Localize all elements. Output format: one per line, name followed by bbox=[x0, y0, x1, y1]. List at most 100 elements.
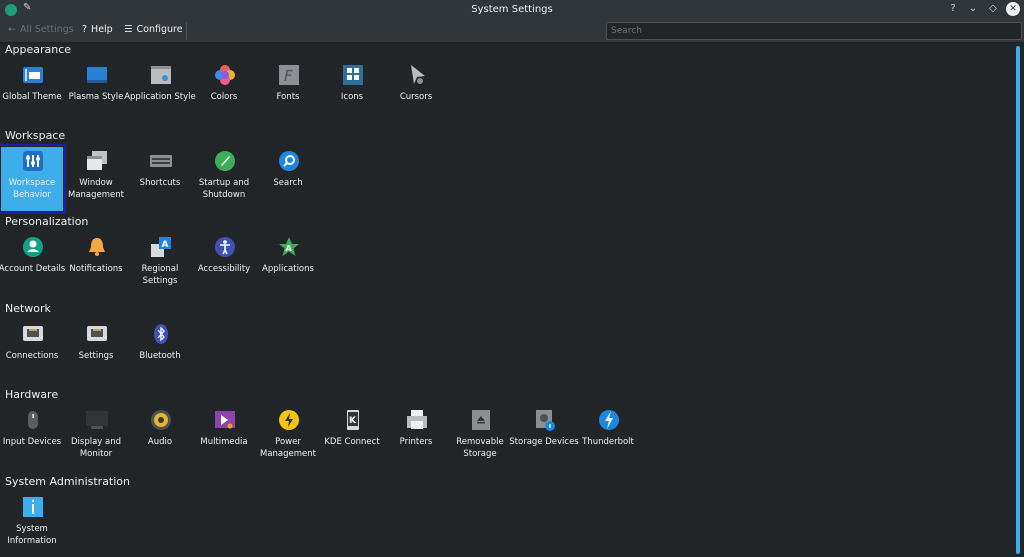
settings-item-label: Settings bbox=[78, 351, 114, 361]
help-button[interactable]: ? Help bbox=[82, 24, 113, 35]
svg-text:A: A bbox=[162, 240, 169, 250]
settings-item-label: Accessibility bbox=[197, 264, 251, 274]
speaker-icon bbox=[150, 409, 172, 431]
settings-item-search[interactable]: Search bbox=[257, 147, 319, 211]
settings-item-label: Thunderbolt bbox=[582, 437, 634, 447]
settings-item-removable-storage[interactable]: Removable Storage bbox=[449, 406, 511, 470]
back-arrow-icon: ← bbox=[8, 24, 16, 35]
cursors-icon bbox=[406, 64, 428, 86]
accessibility-icon bbox=[214, 236, 236, 258]
menu-icon: ☰ bbox=[124, 24, 133, 35]
settings-item-cursors[interactable]: Cursors bbox=[385, 61, 447, 125]
category-title: Hardware bbox=[5, 388, 59, 401]
settings-item-account-details[interactable]: Account Details bbox=[0, 233, 65, 297]
settings-item-bluetooth[interactable]: Bluetooth bbox=[129, 320, 191, 384]
svg-text:F: F bbox=[284, 67, 293, 85]
monitor-icon bbox=[86, 409, 108, 431]
settings-item-global-theme[interactable]: Global Theme bbox=[1, 61, 63, 125]
scrollbar[interactable] bbox=[1016, 46, 1020, 554]
settings-item-plasma-style[interactable]: Plasma Style bbox=[65, 61, 127, 125]
settings-item-label: Power Management bbox=[260, 437, 316, 459]
window-title: System Settings bbox=[471, 4, 553, 15]
settings-item-label: Storage Devices bbox=[509, 437, 579, 447]
mouse-icon bbox=[22, 409, 44, 431]
search-icon bbox=[278, 150, 300, 172]
settings-item-label: Search bbox=[273, 178, 303, 188]
settings-item-printers[interactable]: Printers bbox=[385, 406, 447, 470]
maximize-icon[interactable]: ◇ bbox=[986, 2, 1000, 16]
settings-item-label: Startup and Shutdown bbox=[198, 178, 250, 200]
bluetooth-icon bbox=[150, 323, 172, 345]
settings-item-regional-settings[interactable]: A Regional Settings bbox=[129, 233, 191, 297]
settings-item-icons[interactable]: Icons bbox=[321, 61, 383, 125]
settings-item-thunderbolt[interactable]: Thunderbolt bbox=[577, 406, 639, 470]
settings-item-label: Window Management bbox=[68, 178, 124, 200]
network-port-icon bbox=[86, 323, 108, 345]
settings-item-colors[interactable]: Colors bbox=[193, 61, 255, 125]
settings-item-label: Multimedia bbox=[200, 437, 248, 447]
settings-item-label: Fonts bbox=[276, 92, 300, 102]
settings-item-label: Notifications bbox=[69, 264, 123, 274]
settings-item-label: Application Style bbox=[124, 92, 196, 102]
toolbar: ← All Settings ? Help ☰ Configure bbox=[0, 20, 1024, 43]
toolbar-divider bbox=[186, 22, 187, 40]
user-icon bbox=[22, 236, 44, 258]
printer-icon bbox=[406, 409, 428, 431]
settings-item-label: Regional Settings bbox=[141, 264, 179, 286]
kde-connect-icon: K bbox=[342, 409, 364, 431]
svg-text:A: A bbox=[286, 244, 293, 253]
bell-icon bbox=[86, 236, 108, 258]
power-icon bbox=[278, 409, 300, 431]
multimedia-icon bbox=[214, 409, 236, 431]
settings-item-settings[interactable]: Settings bbox=[65, 320, 127, 384]
title-bar: ✎ System Settings ? ⌄ ◇ ✕ bbox=[0, 0, 1024, 20]
settings-item-connections[interactable]: Connections bbox=[1, 320, 63, 384]
settings-item-accessibility[interactable]: Accessibility bbox=[193, 233, 255, 297]
settings-item-label: Cursors bbox=[399, 92, 433, 102]
settings-item-label: Colors bbox=[210, 92, 238, 102]
colors-icon bbox=[214, 64, 236, 86]
close-icon[interactable]: ✕ bbox=[1006, 2, 1020, 16]
regional-icon: A bbox=[150, 236, 172, 258]
help-icon[interactable]: ? bbox=[946, 2, 960, 16]
settings-item-kde-connect[interactable]: K KDE Connect bbox=[321, 406, 383, 470]
settings-item-notifications[interactable]: Notifications bbox=[65, 233, 127, 297]
plasma-style-icon bbox=[86, 64, 108, 86]
configure-button[interactable]: ☰ Configure bbox=[124, 24, 183, 35]
settings-item-workspace-behavior[interactable]: Workspace Behavior bbox=[0, 144, 66, 214]
settings-item-shortcuts[interactable]: Shortcuts bbox=[129, 147, 191, 211]
category-title: Personalization bbox=[5, 215, 89, 228]
settings-item-display-and-monitor[interactable]: Display and Monitor bbox=[65, 406, 127, 470]
settings-item-audio[interactable]: Audio bbox=[129, 406, 191, 470]
icons-icon bbox=[342, 64, 364, 86]
settings-item-application-style[interactable]: Application Style bbox=[124, 61, 196, 125]
settings-item-startup-and-shutdown[interactable]: Startup and Shutdown bbox=[193, 147, 255, 211]
category-title: System Administration bbox=[5, 475, 131, 488]
category-title: Appearance bbox=[5, 43, 72, 56]
settings-item-label: Bluetooth bbox=[139, 351, 181, 361]
settings-item-fonts[interactable]: F Fonts bbox=[257, 61, 319, 125]
settings-item-input-devices[interactable]: Input Devices bbox=[1, 406, 63, 470]
category-title: Workspace bbox=[5, 129, 66, 142]
settings-item-window-management[interactable]: Window Management bbox=[65, 147, 127, 211]
all-settings-button[interactable]: ← All Settings bbox=[8, 24, 74, 35]
settings-item-storage-devices[interactable]: Storage Devices bbox=[509, 406, 579, 470]
keyboard-icon bbox=[150, 150, 172, 172]
settings-item-multimedia[interactable]: Multimedia bbox=[193, 406, 255, 470]
settings-item-label: Display and Monitor bbox=[70, 437, 122, 459]
settings-item-label: System Information bbox=[7, 524, 57, 546]
search-input[interactable] bbox=[606, 22, 1022, 40]
applications-icon: A bbox=[278, 236, 300, 258]
settings-item-power-management[interactable]: Power Management bbox=[257, 406, 319, 470]
settings-item-label: Icons bbox=[340, 92, 364, 102]
settings-grid: Appearance Global Theme Plasma Style Applic… bbox=[0, 43, 1014, 557]
settings-item-system-information[interactable]: System Information bbox=[1, 493, 63, 557]
network-port-icon bbox=[22, 323, 44, 345]
minimize-icon[interactable]: ⌄ bbox=[966, 2, 980, 16]
storage-icon bbox=[534, 409, 556, 431]
settings-item-label: KDE Connect bbox=[324, 437, 380, 447]
settings-item-label: Audio bbox=[147, 437, 173, 447]
application-style-icon bbox=[150, 64, 172, 86]
settings-item-label: Plasma Style bbox=[68, 92, 124, 102]
settings-item-applications[interactable]: A Applications bbox=[257, 233, 319, 297]
